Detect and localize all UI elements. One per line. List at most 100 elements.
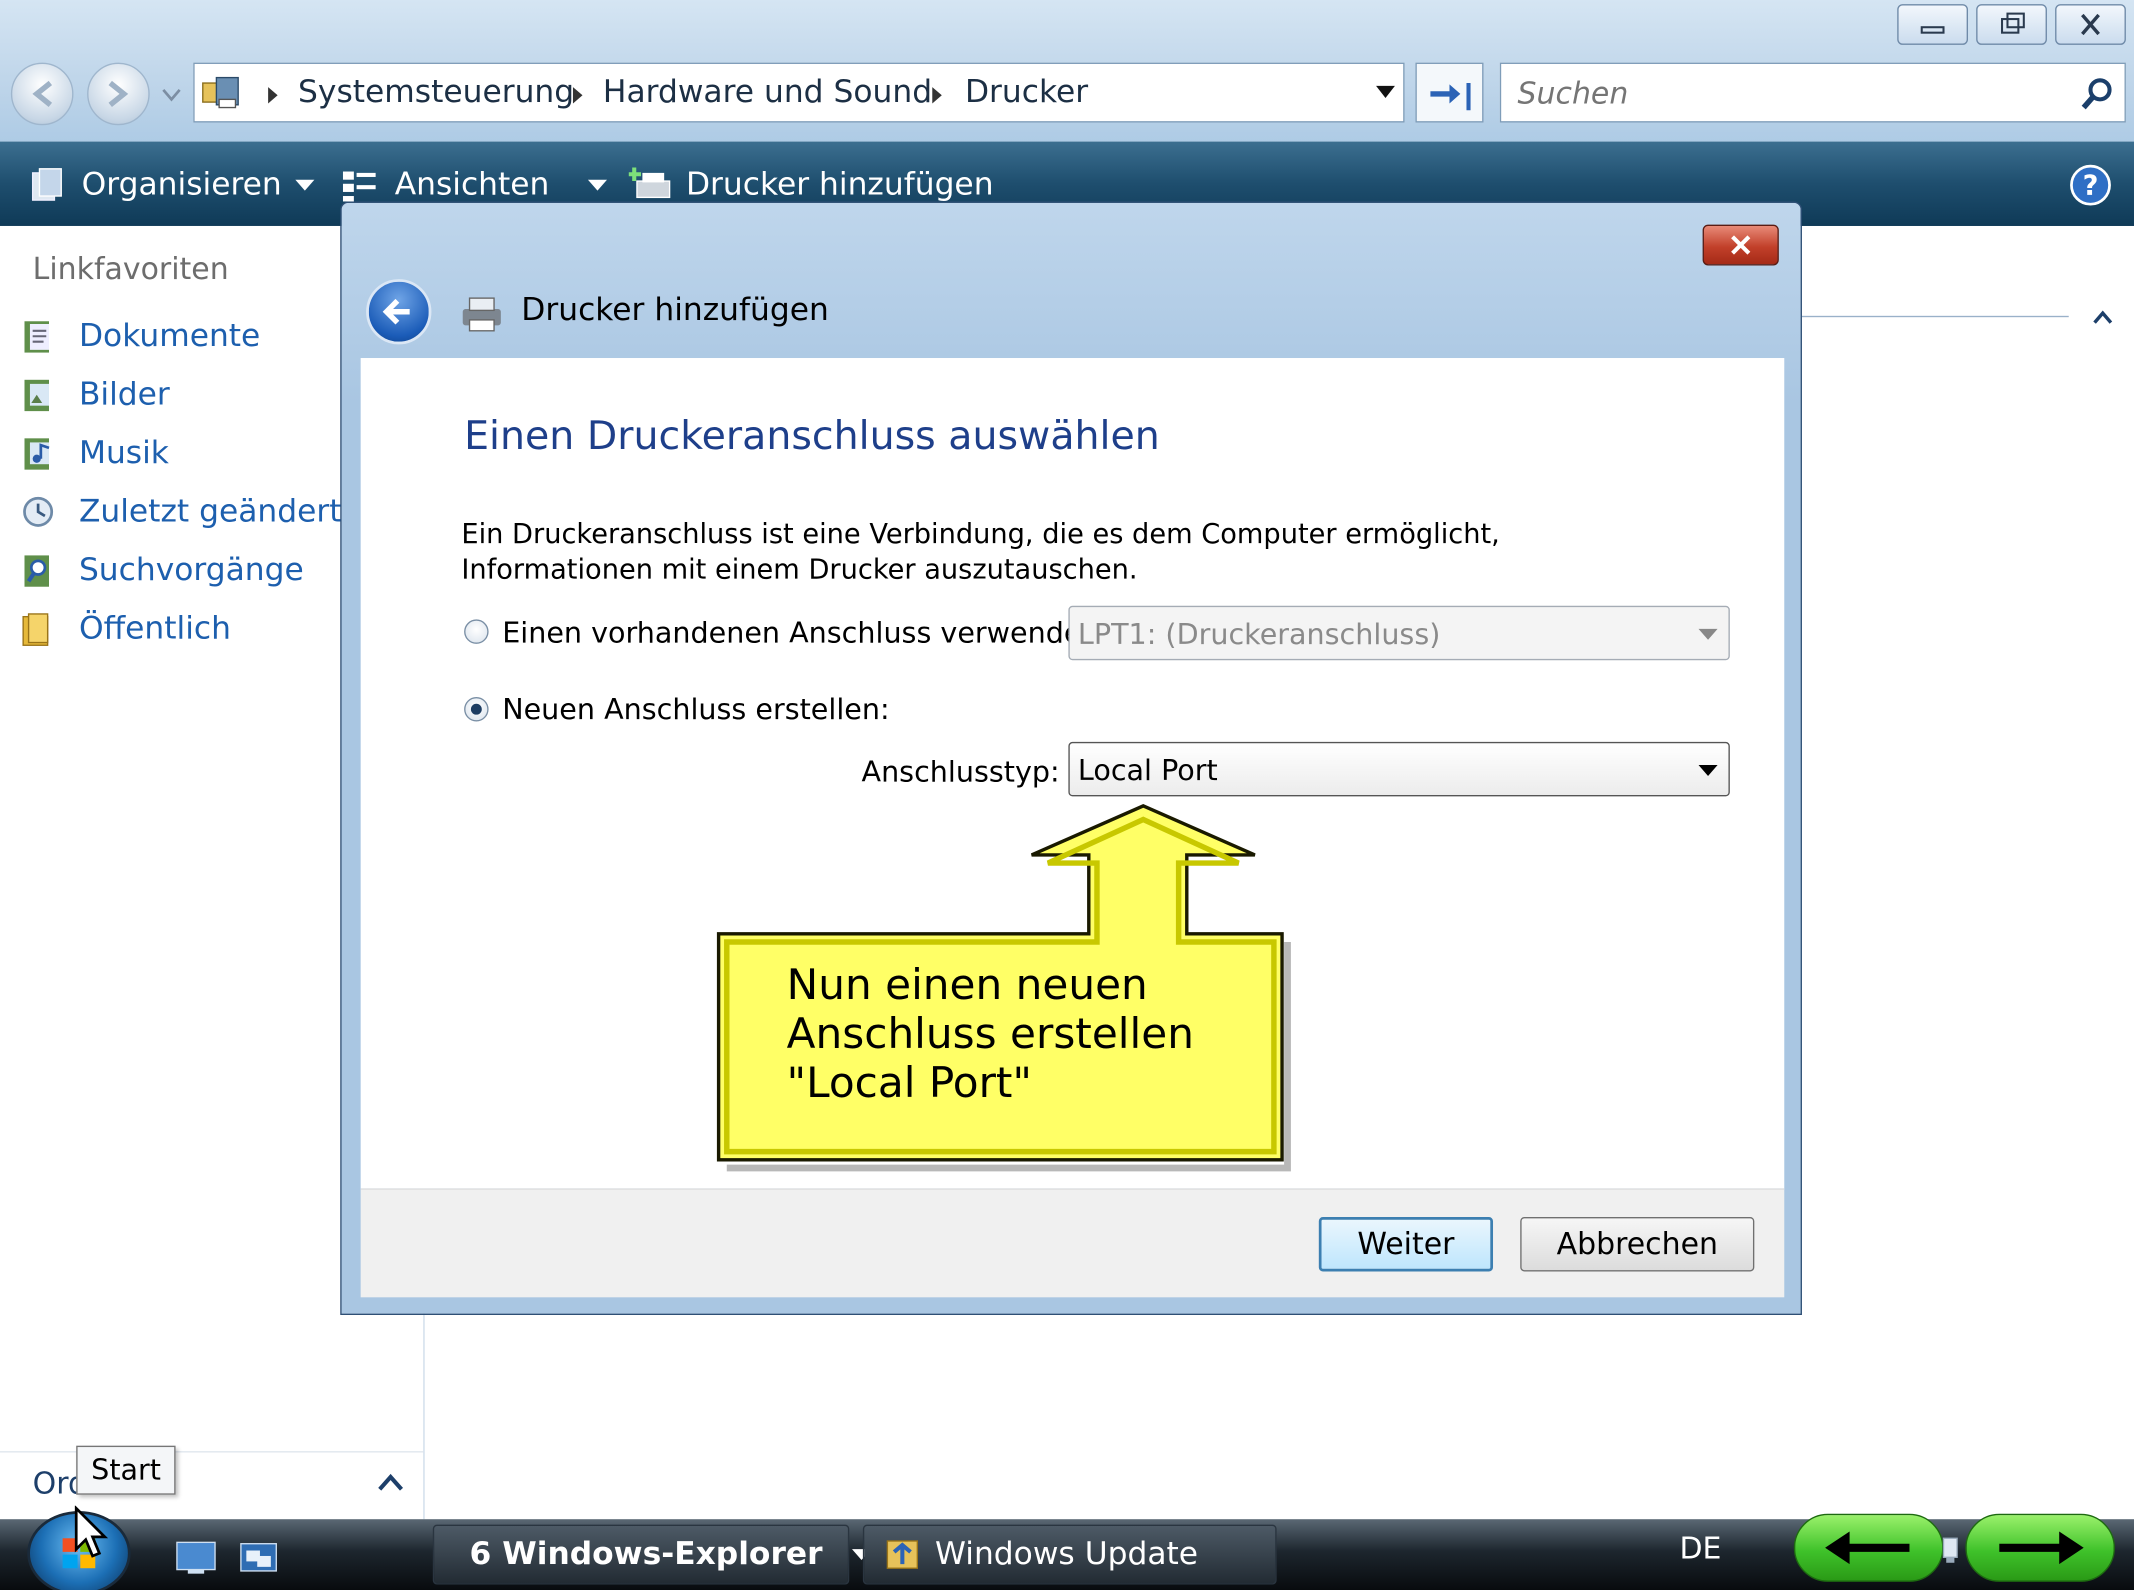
- right-arrow-icon: [1999, 1531, 2084, 1565]
- chevron-down-icon: [587, 179, 607, 191]
- mouse-cursor-icon: [74, 1505, 109, 1558]
- existing-port-select: LPT1: (Druckeranschluss): [1068, 605, 1730, 661]
- callout-line: "Local Port": [786, 1059, 1032, 1109]
- dialog-close-button[interactable]: [1702, 224, 1779, 266]
- sidebar-item-label: Bilder: [78, 377, 170, 413]
- address-dropdown-button[interactable]: [1375, 85, 1396, 100]
- search-icon[interactable]: [2078, 75, 2116, 113]
- cancel-button[interactable]: Abbrechen: [1520, 1217, 1755, 1272]
- music-icon: [24, 438, 50, 470]
- svg-text:?: ?: [2083, 171, 2099, 202]
- refresh-icon: [1430, 83, 1471, 111]
- dropdown-arrow-icon: [1698, 628, 1718, 640]
- taskbar-explorer-group[interactable]: 6 Windows-Explorer: [432, 1524, 872, 1585]
- wizard-footer: Weiter Abbrechen: [360, 1188, 1785, 1298]
- taskbar-explorer-label: 6 Windows-Explorer: [469, 1536, 823, 1573]
- breadcrumb-hardware-und-sound[interactable]: Hardware und Sound: [603, 75, 932, 110]
- documents-icon: [24, 321, 49, 353]
- add-printer-label: Drucker hinzufügen: [685, 167, 994, 203]
- help-icon: ?: [2070, 164, 2111, 206]
- dropdown-arrow-icon: [1698, 765, 1718, 776]
- breadcrumb-separator-icon: [932, 87, 942, 104]
- create-new-port-radio[interactable]: [464, 696, 489, 722]
- chevron-down-icon: [295, 179, 315, 191]
- minimize-icon: [1920, 26, 1945, 34]
- collapse-section-button[interactable]: [2090, 308, 2114, 327]
- search-input[interactable]: [1514, 72, 2065, 116]
- taskbar-windows-update-label: Windows Update: [935, 1536, 1199, 1573]
- sidebar-item-label: Dokumente: [78, 318, 261, 354]
- forward-button[interactable]: [87, 62, 150, 126]
- port-type-label: Anschlusstyp:: [861, 755, 1060, 789]
- breadcrumb-drucker[interactable]: Drucker: [965, 75, 1088, 110]
- sidebar-item-oeffentlich[interactable]: Öffentlich: [19, 606, 231, 652]
- page-description: Ein Druckeranschluss ist eine Verbindung…: [461, 517, 1500, 586]
- chevron-up-icon: [2093, 310, 2113, 324]
- page-title: Einen Druckeranschluss auswählen: [464, 412, 1160, 459]
- dialog-title: Drucker hinzufügen: [521, 292, 829, 329]
- windows-update-icon: [886, 1540, 918, 1569]
- restore-icon: [2001, 12, 2025, 34]
- next-button[interactable]: Weiter: [1318, 1217, 1494, 1272]
- taskbar-windows-update[interactable]: Windows Update: [862, 1524, 1277, 1585]
- breadcrumb-systemsteuerung[interactable]: Systemsteuerung: [298, 75, 574, 110]
- restore-button[interactable]: [1976, 4, 2047, 45]
- start-tooltip: Start: [76, 1445, 176, 1495]
- port-type-select[interactable]: Local Port: [1068, 741, 1730, 797]
- desktop-icon: [176, 1541, 216, 1574]
- refresh-button[interactable]: [1415, 62, 1484, 123]
- folders-collapse-button[interactable]: [376, 1470, 406, 1495]
- callout-line: Anschluss erstellen: [786, 1010, 1194, 1060]
- minimize-button[interactable]: [1897, 4, 1969, 45]
- create-new-port-label[interactable]: Neuen Anschluss erstellen:: [502, 693, 889, 726]
- sidebar-item-dokumente[interactable]: Dokumente: [19, 313, 260, 359]
- back-arrow-icon: [32, 80, 53, 107]
- language-indicator[interactable]: DE: [1679, 1533, 1721, 1567]
- switch-windows-icon: [240, 1543, 277, 1572]
- sidebar-item-label: Suchvorgänge: [78, 552, 304, 589]
- forward-arrow-icon: [108, 80, 129, 107]
- nav-back-overlay-button[interactable]: [1793, 1513, 1944, 1582]
- organize-icon: [31, 168, 62, 201]
- favorite-links-heading: Linkfavoriten: [32, 253, 229, 288]
- callout-text: Nun einen neuen Anschluss erstellen "Loc…: [787, 961, 1194, 1108]
- wizard-back-button[interactable]: [366, 279, 432, 345]
- chevron-up-icon: [378, 1473, 404, 1491]
- recent-pages-dropdown[interactable]: [161, 87, 183, 103]
- screen: Systemsteuerung Hardware und Sound Druck…: [0, 0, 2134, 1590]
- public-folder-icon: [22, 613, 49, 646]
- printers-folder-icon: [200, 72, 244, 113]
- recent-icon: [23, 496, 54, 527]
- address-bar[interactable]: Systemsteuerung Hardware und Sound Druck…: [193, 62, 1405, 123]
- organize-menu-button[interactable]: Organisieren: [27, 161, 315, 210]
- breadcrumb-separator-icon: [572, 87, 583, 104]
- sidebar-item-musik[interactable]: Musik: [19, 430, 169, 476]
- taskbar: 6 Windows-Explorer Windows Update DE: [0, 1511, 2134, 1590]
- sidebar-item-label: Musik: [78, 435, 169, 472]
- sidebar-item-label: Zuletzt geändert: [78, 494, 342, 530]
- search-box[interactable]: [1499, 62, 2126, 123]
- close-window-button[interactable]: [2055, 4, 2126, 45]
- explorer-titlebar: Systemsteuerung Hardware und Sound Druck…: [0, 0, 2134, 142]
- sidebar-item-bilder[interactable]: Bilder: [19, 372, 170, 418]
- use-existing-port-radio[interactable]: [464, 619, 489, 644]
- breadcrumb-separator-icon: [268, 87, 278, 104]
- use-existing-port-label[interactable]: Einen vorhandenen Anschluss verwenden:: [502, 617, 1109, 650]
- views-label: Ansichten: [394, 167, 550, 203]
- views-icon: [342, 171, 376, 202]
- help-button[interactable]: ?: [2069, 163, 2113, 207]
- dropdown-arrow-icon: [1375, 85, 1396, 99]
- searches-icon: [24, 555, 49, 587]
- close-icon: [2081, 13, 2100, 36]
- network-tray-icon[interactable]: [1938, 1530, 1962, 1571]
- printer-icon: [459, 293, 505, 334]
- existing-port-value: LPT1: (Druckeranschluss): [1077, 618, 1441, 651]
- back-button[interactable]: [10, 62, 74, 126]
- sidebar-item-suchvorgaenge[interactable]: Suchvorgänge: [19, 547, 304, 593]
- nav-forward-overlay-button[interactable]: [1965, 1513, 2115, 1582]
- switch-windows-button[interactable]: [237, 1538, 281, 1576]
- show-desktop-button[interactable]: [174, 1538, 218, 1576]
- column-header-divider: [1801, 315, 2069, 318]
- sidebar-item-zuletzt-geaendert[interactable]: Zuletzt geändert: [19, 489, 342, 535]
- organize-label: Organisieren: [81, 167, 282, 203]
